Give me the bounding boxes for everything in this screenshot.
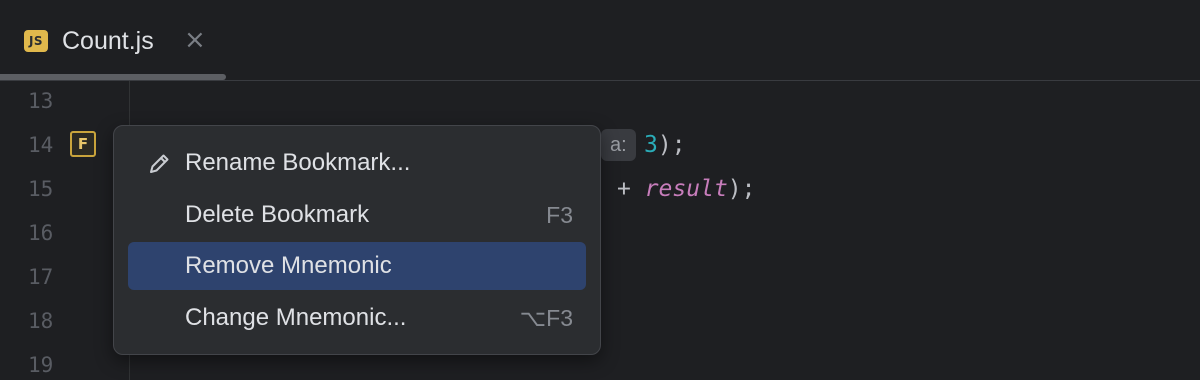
parameter-hint: a:	[601, 129, 636, 161]
menu-item-label: Delete Bookmark	[185, 201, 370, 228]
number-literal: 3	[644, 132, 658, 158]
line-number: 18	[28, 309, 54, 333]
js-file-icon: JS	[24, 30, 48, 52]
menu-item-rename-bookmark[interactable]: Rename Bookmark...	[128, 139, 586, 187]
line-number: 15	[28, 177, 54, 201]
menu-item-delete-bookmark[interactable]: Delete Bookmark F3	[128, 191, 586, 239]
tab-count-js[interactable]: JS Count.js ×	[0, 0, 226, 80]
close-icon[interactable]: ×	[184, 24, 206, 56]
menu-item-change-mnemonic[interactable]: Change Mnemonic... ⌥F3	[128, 294, 586, 342]
code-line-14[interactable]: 3);	[644, 130, 686, 160]
variable-result: result	[644, 176, 728, 202]
menu-item-label: Change Mnemonic...	[185, 304, 407, 331]
tab-title: Count.js	[62, 27, 154, 55]
menu-item-shortcut: ⌥F3	[519, 305, 573, 331]
pencil-icon	[150, 154, 169, 173]
code-operator: +	[617, 176, 645, 202]
line-number: 19	[28, 353, 54, 377]
menu-item-remove-mnemonic[interactable]: Remove Mnemonic	[128, 242, 586, 290]
line-number: 17	[28, 265, 54, 289]
code-line-15[interactable]: + result);	[617, 174, 756, 204]
line-number: 16	[28, 221, 54, 245]
menu-item-label: Rename Bookmark...	[185, 149, 411, 176]
menu-item-label: Remove Mnemonic	[185, 252, 392, 279]
line-number: 14	[28, 133, 54, 157]
bookmark-context-menu: Rename Bookmark... Delete Bookmark F3 Re…	[113, 125, 601, 355]
bookmark-mnemonic-badge[interactable]: F	[70, 131, 96, 157]
menu-item-shortcut: F3	[546, 202, 573, 228]
code-punctuation: );	[657, 132, 686, 158]
editor-tab-bar: JS Count.js ×	[0, 0, 1200, 80]
tab-bar-divider	[0, 80, 1200, 81]
line-number: 13	[28, 89, 54, 113]
code-punctuation: );	[727, 176, 756, 202]
